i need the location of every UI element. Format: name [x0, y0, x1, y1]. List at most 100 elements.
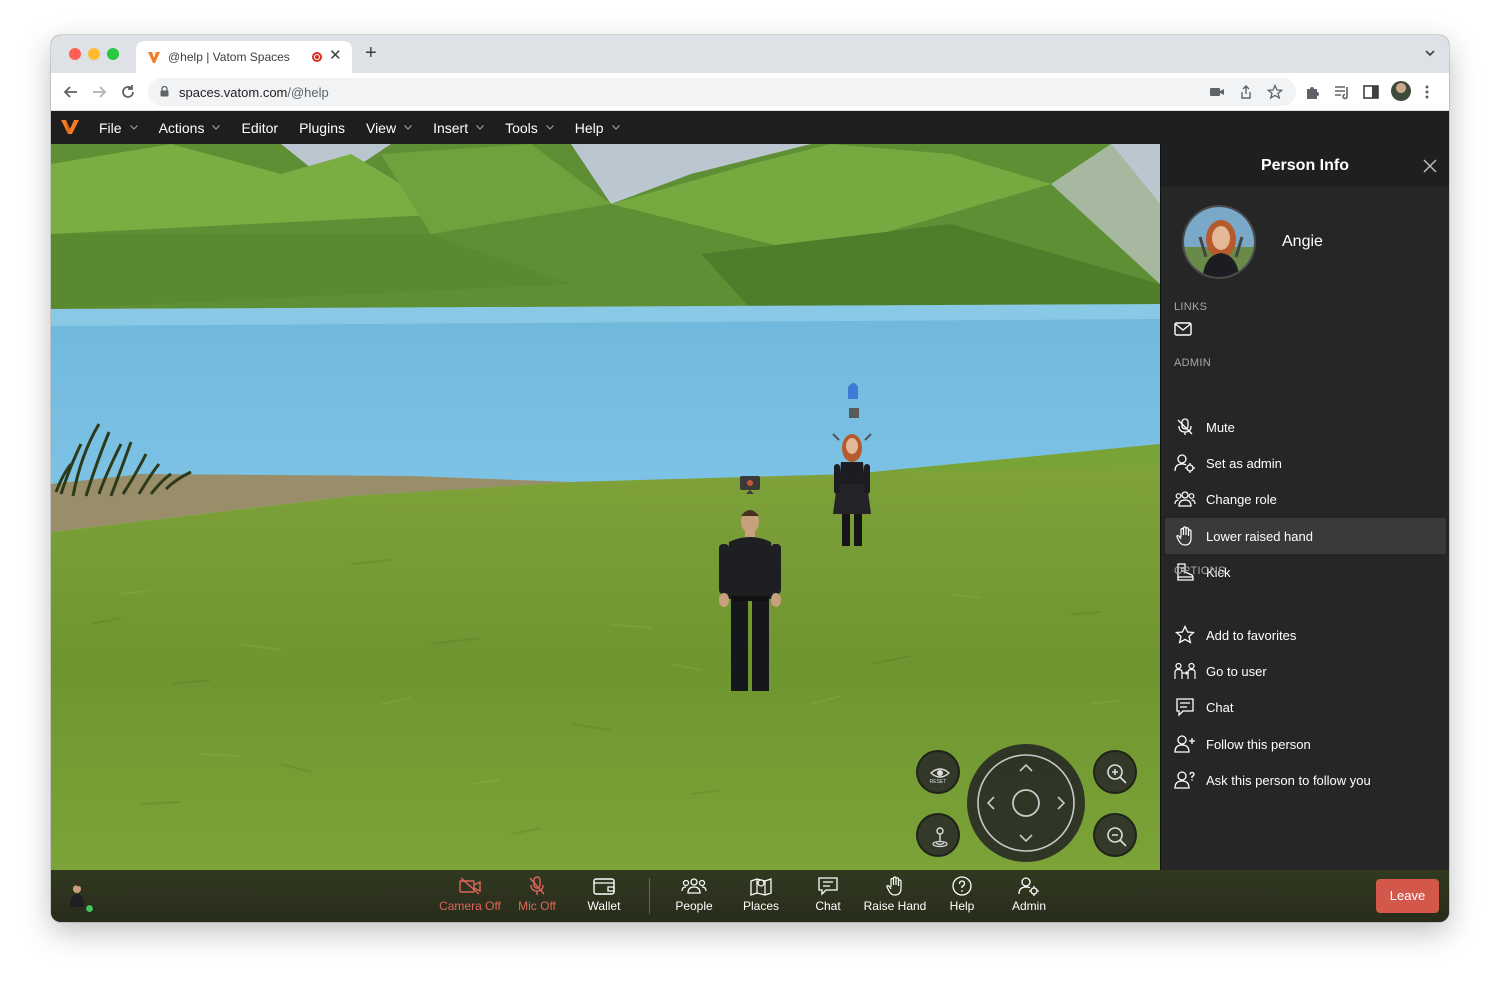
ask-to-follow-label: Ask this person to follow you — [1206, 772, 1371, 788]
share-icon[interactable] — [1238, 84, 1254, 100]
chevron-down-icon — [545, 125, 554, 130]
camera-off-icon — [459, 877, 481, 895]
follow-this-person-label: Follow this person — [1206, 736, 1311, 752]
menu-file[interactable]: File — [99, 120, 138, 136]
mic-off-icon — [529, 876, 545, 895]
people-icon — [681, 878, 707, 894]
user-gear-icon — [1018, 877, 1039, 896]
places-button[interactable]: Places — [726, 876, 796, 913]
help-button[interactable]: Help — [927, 876, 997, 913]
ask-to-follow-button[interactable]: Ask this person to follow you — [1165, 762, 1446, 798]
camera-toggle-button[interactable]: Camera Off — [435, 876, 505, 913]
menu-view[interactable]: View — [366, 120, 412, 136]
change-role-label: Change role — [1206, 491, 1277, 507]
vatom-logo-icon[interactable] — [61, 119, 79, 135]
person-info-panel: Person Info Angie LINKS ADMIN Mute Set a… — [1160, 144, 1449, 870]
people-button[interactable]: People — [659, 876, 729, 913]
forward-arrow-icon[interactable] — [89, 82, 109, 102]
back-arrow-icon[interactable] — [61, 82, 81, 102]
chat-label: Chat — [815, 899, 841, 913]
extensions-puzzle-icon[interactable] — [1304, 83, 1322, 101]
reset-view-button[interactable]: RESET — [916, 750, 960, 794]
tab-close-icon[interactable]: ✕ — [329, 48, 342, 64]
leave-button[interactable]: Leave — [1376, 879, 1439, 913]
email-icon[interactable] — [1174, 322, 1192, 336]
movement-joystick[interactable] — [967, 744, 1085, 862]
new-tab-button[interactable]: + — [365, 43, 377, 63]
world-viewport[interactable]: RESET — [51, 144, 1160, 870]
recording-icon — [312, 52, 322, 62]
mic-toggle-button[interactable]: Mic Off — [502, 876, 572, 913]
tab-search-chevron-icon[interactable] — [1425, 50, 1435, 57]
chat-with-user-label: Chat — [1206, 699, 1234, 715]
menu-help[interactable]: Help — [575, 120, 620, 136]
chat-button[interactable]: Chat — [793, 876, 863, 913]
url-text: spaces.vatom.com/@help — [179, 85, 329, 100]
menu-editor[interactable]: Editor — [241, 120, 278, 136]
url-host: spaces.vatom.com — [179, 85, 288, 100]
joystick-ring-icon — [977, 754, 1075, 852]
self-avatar-icon[interactable] — [67, 883, 87, 907]
maximize-window-button[interactable] — [107, 48, 119, 60]
person-avatar — [1182, 205, 1256, 279]
links-section-label: LINKS — [1174, 301, 1208, 313]
menu-insert-label: Insert — [433, 119, 469, 136]
panel-title: Person Info — [1260, 157, 1349, 174]
person-name: Angie — [1282, 233, 1323, 250]
menu-actions-label: Actions — [158, 119, 205, 136]
lock-icon — [160, 86, 169, 97]
menu-actions[interactable]: Actions — [159, 120, 221, 136]
star-icon — [1175, 625, 1195, 644]
vatom-favicon-icon — [148, 52, 160, 63]
profile-avatar[interactable] — [1391, 81, 1411, 101]
options-section-label: OPTIONS — [1174, 565, 1226, 577]
mute-button[interactable]: Mute — [1165, 409, 1446, 445]
menu-tools[interactable]: Tools — [505, 120, 554, 136]
go-to-user-button[interactable]: Go to user — [1165, 653, 1446, 689]
address-bar[interactable]: spaces.vatom.com/@help — [148, 78, 1296, 106]
user-gear-icon — [1174, 454, 1195, 473]
change-role-button[interactable]: Change role — [1165, 481, 1446, 517]
set-as-admin-label: Set as admin — [1206, 455, 1282, 471]
wallet-button[interactable]: Wallet — [569, 876, 639, 913]
user-plus-icon — [1174, 735, 1195, 753]
online-status-indicator — [85, 904, 94, 913]
menu-plugins[interactable]: Plugins — [299, 120, 345, 136]
chevron-down-icon — [611, 125, 620, 130]
side-panel-icon[interactable] — [1362, 83, 1380, 101]
admin-button[interactable]: Admin — [994, 876, 1064, 913]
zoom-in-button[interactable] — [1093, 750, 1137, 794]
bottom-toolbar: Camera Off Mic Off Wallet People Places … — [51, 870, 1449, 922]
raise-hand-button[interactable]: Raise Hand — [860, 876, 930, 913]
minimize-window-button[interactable] — [88, 48, 100, 60]
close-icon[interactable] — [1423, 159, 1437, 173]
chevron-down-icon — [129, 125, 138, 130]
bookmark-star-icon[interactable] — [1267, 84, 1283, 100]
go-to-user-label: Go to user — [1206, 663, 1267, 679]
user-question-icon — [1174, 771, 1195, 789]
menu-tools-label: Tools — [505, 119, 538, 136]
media-queue-icon[interactable] — [1333, 83, 1351, 101]
follow-this-person-button[interactable]: Follow this person — [1165, 726, 1446, 762]
menu-plugins-label: Plugins — [299, 119, 345, 136]
admin-label: Admin — [1011, 899, 1046, 913]
close-window-button[interactable] — [69, 48, 81, 60]
zoom-out-button[interactable] — [1093, 813, 1137, 857]
browser-tab[interactable]: @help | Vatom Spaces ✕ — [136, 41, 352, 73]
add-to-favorites-button[interactable]: Add to favorites — [1165, 617, 1446, 653]
camera-in-use-icon[interactable] — [1209, 84, 1225, 100]
set-as-admin-button[interactable]: Set as admin — [1165, 445, 1446, 481]
hand-icon — [886, 876, 902, 896]
menu-view-label: View — [365, 119, 397, 136]
reset-label: RESET — [929, 779, 947, 785]
chat-with-user-button[interactable]: Chat — [1165, 689, 1446, 725]
menu-insert[interactable]: Insert — [433, 120, 484, 136]
reload-icon[interactable] — [118, 82, 138, 102]
browser-menu-icon[interactable] — [1425, 85, 1429, 99]
wallet-icon — [593, 878, 615, 895]
lower-raised-hand-button[interactable]: Lower raised hand — [1165, 518, 1446, 554]
camera-toggle-label: Camera Off — [439, 899, 501, 913]
users-group-icon — [1174, 491, 1196, 507]
avatar-pose-button[interactable] — [916, 813, 960, 857]
menu-list: File Actions Editor Plugins View Insert … — [99, 111, 641, 144]
